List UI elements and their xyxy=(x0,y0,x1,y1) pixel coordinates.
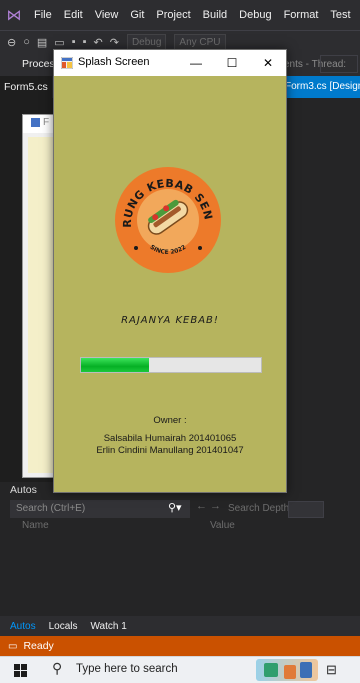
search-depth-dropdown[interactable] xyxy=(288,501,324,518)
splash-titlebar[interactable]: Splash Screen — ☐ ✕ xyxy=(54,50,286,76)
status-text: Ready xyxy=(23,640,54,652)
menu-git[interactable]: Git xyxy=(124,0,150,30)
owner-name-2: Erlin Cindini Manullang 201401047 xyxy=(96,445,244,456)
redo-icon[interactable]: ↷ xyxy=(110,36,119,49)
search-nav-arrows-icon[interactable]: ← → xyxy=(196,500,221,512)
column-header-name[interactable]: Name xyxy=(22,520,49,531)
menu-debug[interactable]: Debug xyxy=(233,0,277,30)
tab-locals[interactable]: Locals xyxy=(39,621,81,632)
form-icon xyxy=(31,118,40,127)
tab-autos[interactable]: Autos xyxy=(0,621,39,632)
navigate-forward-icon[interactable]: ○ xyxy=(23,36,30,48)
maximize-icon[interactable]: ☐ xyxy=(214,50,250,76)
tab-watch-1[interactable]: Watch 1 xyxy=(80,621,129,632)
navigate-back-icon[interactable]: ⊖ xyxy=(7,36,16,49)
thread-dropdown[interactable] xyxy=(320,55,358,73)
loading-progress-bar xyxy=(80,357,262,373)
taskbar-search-input[interactable]: Type here to search xyxy=(76,663,178,675)
owner-name-1: Salsabila Humairah 201401065 xyxy=(103,433,237,444)
design-form-title: F xyxy=(43,117,50,128)
splash-title: Splash Screen xyxy=(78,56,150,68)
news-widget-icon[interactable] xyxy=(256,659,318,681)
autos-search-input[interactable]: Search (Ctrl+E) xyxy=(10,500,190,518)
taskbar-search-icon[interactable]: ⚲ xyxy=(52,660,62,677)
menu-edit[interactable]: Edit xyxy=(58,0,89,30)
visual-studio-logo-icon[interactable]: ⋈ xyxy=(0,0,28,30)
save-icon[interactable]: ▪ xyxy=(72,36,76,48)
undo-icon[interactable]: ↶ xyxy=(94,36,103,49)
menu-view[interactable]: View xyxy=(89,0,125,30)
menu-test[interactable]: Test xyxy=(324,0,356,30)
form-app-icon xyxy=(61,57,73,69)
menu-file[interactable]: File xyxy=(28,0,58,30)
menu-project[interactable]: Project xyxy=(150,0,196,30)
warung-kebab-logo: WARUNG KEBAB SENANG SINCE 2022 xyxy=(114,166,221,273)
open-folder-icon[interactable]: ▭ xyxy=(54,36,64,49)
menu-build[interactable]: Build xyxy=(197,0,233,30)
splash-screen-window: Splash Screen — ☐ ✕ WARUNG KEBAB SENANG xyxy=(53,49,287,493)
column-header-value[interactable]: Value xyxy=(210,520,235,531)
windows-start-icon[interactable] xyxy=(14,664,28,678)
search-depth-label: Search Depth: xyxy=(228,503,292,514)
autos-title: Autos xyxy=(10,484,37,496)
close-icon[interactable]: ✕ xyxy=(250,50,286,76)
progress-fill xyxy=(81,358,150,372)
configuration-dropdown[interactable]: Debug xyxy=(126,33,167,51)
debug-tabs: Autos Locals Watch 1 xyxy=(0,616,360,636)
menu-format[interactable]: Format xyxy=(278,0,325,30)
tagline: RAJANYA KEBAB! xyxy=(121,315,219,326)
search-icon[interactable]: ⚲▾ xyxy=(168,501,182,514)
save-all-icon[interactable]: ▪ xyxy=(83,36,87,48)
status-bar: ▭ Ready xyxy=(0,636,360,656)
platform-dropdown[interactable]: Any CPU xyxy=(174,33,226,51)
tab-form3-design[interactable]: Form3.cs [Design] xyxy=(282,76,360,98)
tab-form5-cs[interactable]: Form5.cs xyxy=(0,76,52,98)
designer-side-panel xyxy=(284,98,360,482)
owner-label: Owner : xyxy=(153,415,187,426)
autos-panel: Autos Search (Ctrl+E) ⚲▾ ← → Search Dept… xyxy=(0,482,360,616)
new-item-icon[interactable]: ▤ xyxy=(37,36,47,49)
menu-bar: ⋈ File Edit View Git Project Build Debug… xyxy=(0,0,360,30)
taskbar: ⚲ Type here to search ⊟ xyxy=(0,656,360,683)
splash-body: WARUNG KEBAB SENANG SINCE 2022 RAJANYA K… xyxy=(54,76,286,492)
task-view-icon[interactable]: ⊟ xyxy=(326,662,337,678)
minimize-icon[interactable]: — xyxy=(178,50,214,76)
status-icon: ▭ xyxy=(8,640,18,652)
